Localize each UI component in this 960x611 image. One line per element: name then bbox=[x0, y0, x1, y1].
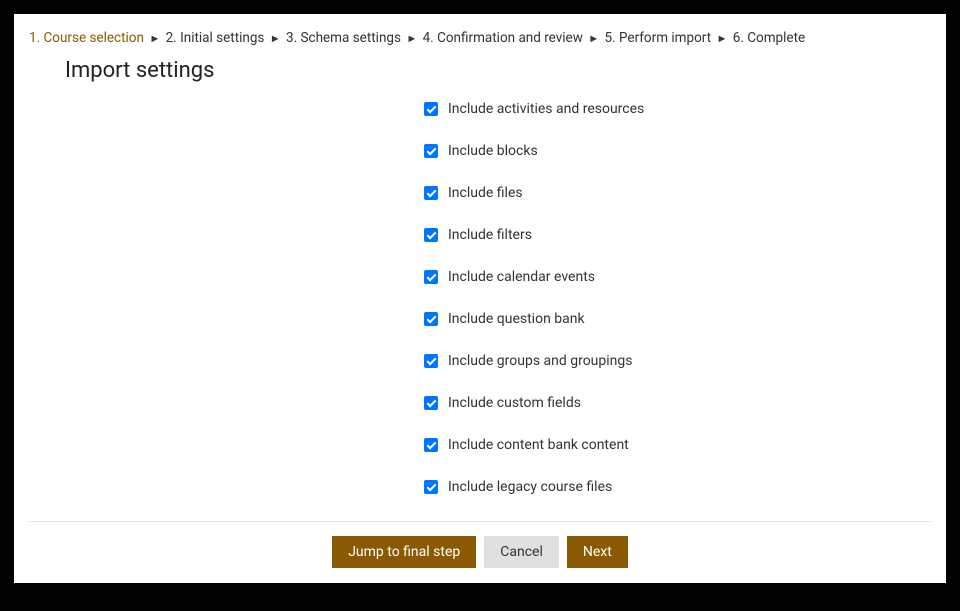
checkbox-blocks[interactable] bbox=[424, 144, 438, 158]
setting-label: Include custom fields bbox=[448, 395, 581, 411]
jump-to-final-step-button[interactable]: Jump to final step bbox=[332, 536, 476, 568]
page-container: 1. Course selection ► 2. Initial setting… bbox=[14, 14, 946, 583]
setting-label: Include activities and resources bbox=[448, 101, 644, 117]
setting-label: Include content bank content bbox=[448, 437, 629, 453]
breadcrumb-separator-icon: ► bbox=[406, 31, 417, 46]
setting-label: Include blocks bbox=[448, 143, 538, 159]
breadcrumb-step-2: 2. Initial settings bbox=[166, 30, 265, 46]
settings-list: Include activities and resources Include… bbox=[424, 101, 931, 495]
checkbox-files[interactable] bbox=[424, 186, 438, 200]
checkbox-calendar[interactable] bbox=[424, 270, 438, 284]
breadcrumb-separator-icon: ► bbox=[270, 31, 281, 46]
setting-row-activities: Include activities and resources bbox=[424, 101, 931, 117]
setting-label: Include question bank bbox=[448, 311, 585, 327]
setting-row-questionbank: Include question bank bbox=[424, 311, 931, 327]
button-row: Jump to final step Cancel Next bbox=[29, 536, 931, 582]
setting-row-calendar: Include calendar events bbox=[424, 269, 931, 285]
cancel-button[interactable]: Cancel bbox=[484, 536, 559, 568]
checkbox-contentbank[interactable] bbox=[424, 438, 438, 452]
checkbox-customfields[interactable] bbox=[424, 396, 438, 410]
setting-row-files: Include files bbox=[424, 185, 931, 201]
setting-row-filters: Include filters bbox=[424, 227, 931, 243]
setting-label: Include filters bbox=[448, 227, 532, 243]
page-title: Import settings bbox=[65, 58, 931, 83]
setting-label: Include groups and groupings bbox=[448, 353, 632, 369]
breadcrumb-separator-icon: ► bbox=[588, 31, 599, 46]
setting-row-legacy: Include legacy course files bbox=[424, 479, 931, 495]
breadcrumb-separator-icon: ► bbox=[716, 31, 727, 46]
breadcrumb-step-1[interactable]: 1. Course selection bbox=[29, 30, 144, 46]
breadcrumb-step-3: 3. Schema settings bbox=[286, 30, 401, 46]
setting-row-contentbank: Include content bank content bbox=[424, 437, 931, 453]
setting-label: Include files bbox=[448, 185, 523, 201]
breadcrumb-step-6: 6. Complete bbox=[733, 30, 805, 46]
setting-label: Include legacy course files bbox=[448, 479, 612, 495]
checkbox-questionbank[interactable] bbox=[424, 312, 438, 326]
breadcrumb-step-5: 5. Perform import bbox=[604, 30, 711, 46]
checkbox-filters[interactable] bbox=[424, 228, 438, 242]
checkbox-groups[interactable] bbox=[424, 354, 438, 368]
divider bbox=[29, 521, 931, 522]
breadcrumb: 1. Course selection ► 2. Initial setting… bbox=[29, 29, 931, 48]
setting-row-customfields: Include custom fields bbox=[424, 395, 931, 411]
setting-row-groups: Include groups and groupings bbox=[424, 353, 931, 369]
setting-label: Include calendar events bbox=[448, 269, 595, 285]
breadcrumb-separator-icon: ► bbox=[149, 31, 160, 46]
next-button[interactable]: Next bbox=[567, 536, 628, 568]
checkbox-legacy[interactable] bbox=[424, 480, 438, 494]
setting-row-blocks: Include blocks bbox=[424, 143, 931, 159]
checkbox-activities[interactable] bbox=[424, 102, 438, 116]
breadcrumb-step-4: 4. Confirmation and review bbox=[423, 30, 583, 46]
